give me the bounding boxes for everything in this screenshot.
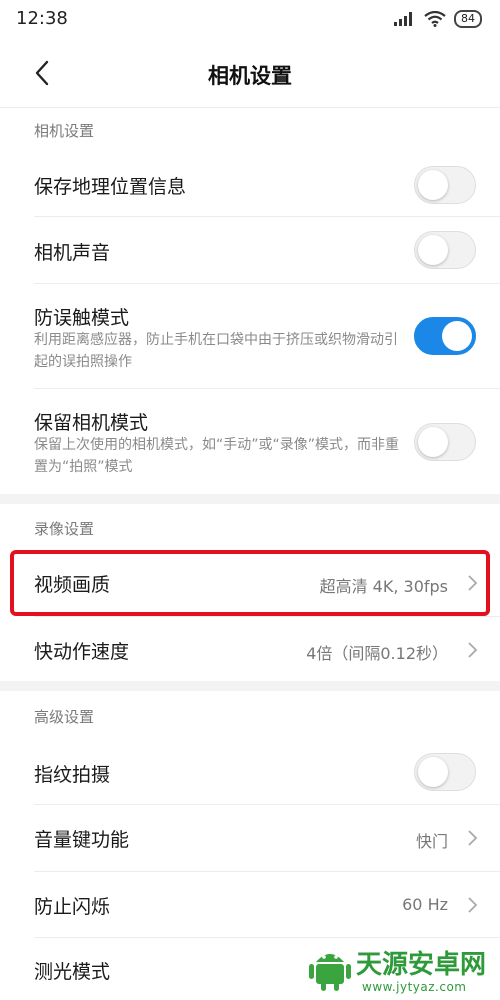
wifi-icon: [424, 11, 446, 27]
title-bar: 相机设置: [0, 38, 500, 108]
fingerprint-shot-toggle[interactable]: [414, 753, 476, 791]
setting-title: 测光模式: [34, 961, 111, 983]
watermark: 天源安卓网 www.jytyaz.com: [300, 938, 500, 1000]
watermark-name: 天源安卓网: [356, 950, 487, 980]
setting-title: 保留相机模式: [34, 412, 149, 434]
page-title: 相机设置: [208, 64, 292, 88]
setting-value: 4倍（间隔0.12秒）: [306, 644, 448, 663]
setting-title: 防止闪烁: [34, 896, 111, 918]
section-title-camera: 相机设置: [34, 122, 95, 140]
section-separator: [0, 681, 500, 691]
status-icons: 84: [394, 10, 482, 28]
keep-camera-mode-toggle[interactable]: [414, 423, 476, 461]
chevron-right-icon: [468, 830, 478, 846]
setting-value: 超高清 4K, 30fps: [319, 577, 448, 596]
chevron-right-icon: [468, 897, 478, 913]
section-title-advanced: 高级设置: [34, 708, 95, 726]
setting-title: 指纹拍摄: [34, 764, 111, 786]
divider: [34, 216, 500, 217]
divider: [34, 388, 500, 389]
toggle-knob: [418, 757, 448, 787]
status-bar: 12:38 84: [0, 0, 500, 38]
section-title-video: 录像设置: [34, 520, 95, 538]
anti-mistouch-toggle[interactable]: [414, 317, 476, 355]
geo-location-toggle[interactable]: [414, 166, 476, 204]
status-time: 12:38: [16, 8, 68, 29]
camera-sound-toggle[interactable]: [414, 231, 476, 269]
divider: [34, 283, 500, 284]
toggle-knob: [418, 170, 448, 200]
divider: [34, 871, 500, 872]
battery-indicator: 84: [454, 10, 482, 28]
setting-title: 快动作速度: [34, 641, 130, 663]
chevron-right-icon: [468, 642, 478, 658]
toggle-knob: [442, 321, 472, 351]
setting-title: 音量键功能: [34, 829, 130, 851]
setting-description: 利用距离感应器，防止手机在口袋中由于挤压或织物滑动引起的误拍照操作: [34, 332, 398, 370]
setting-title: 视频画质: [34, 574, 111, 596]
setting-value: 60 Hz: [402, 895, 448, 914]
divider: [34, 616, 500, 617]
setting-title: 防误触模式: [34, 307, 130, 329]
divider: [34, 804, 500, 805]
chevron-right-icon: [468, 575, 478, 591]
toggle-knob: [418, 427, 448, 457]
setting-description: 保留上次使用的相机模式，如“手动”或“录像”模式，而非重置为“拍照”模式: [34, 437, 400, 475]
setting-title: 保存地理位置信息: [34, 176, 187, 198]
android-logo-icon: [309, 954, 351, 991]
setting-value: 快门: [415, 832, 448, 851]
setting-title: 相机声音: [34, 242, 111, 264]
signal-icon: [394, 12, 412, 26]
watermark-url: www.jytyaz.com: [362, 980, 467, 994]
toggle-knob: [418, 235, 448, 265]
section-separator: [0, 494, 500, 504]
